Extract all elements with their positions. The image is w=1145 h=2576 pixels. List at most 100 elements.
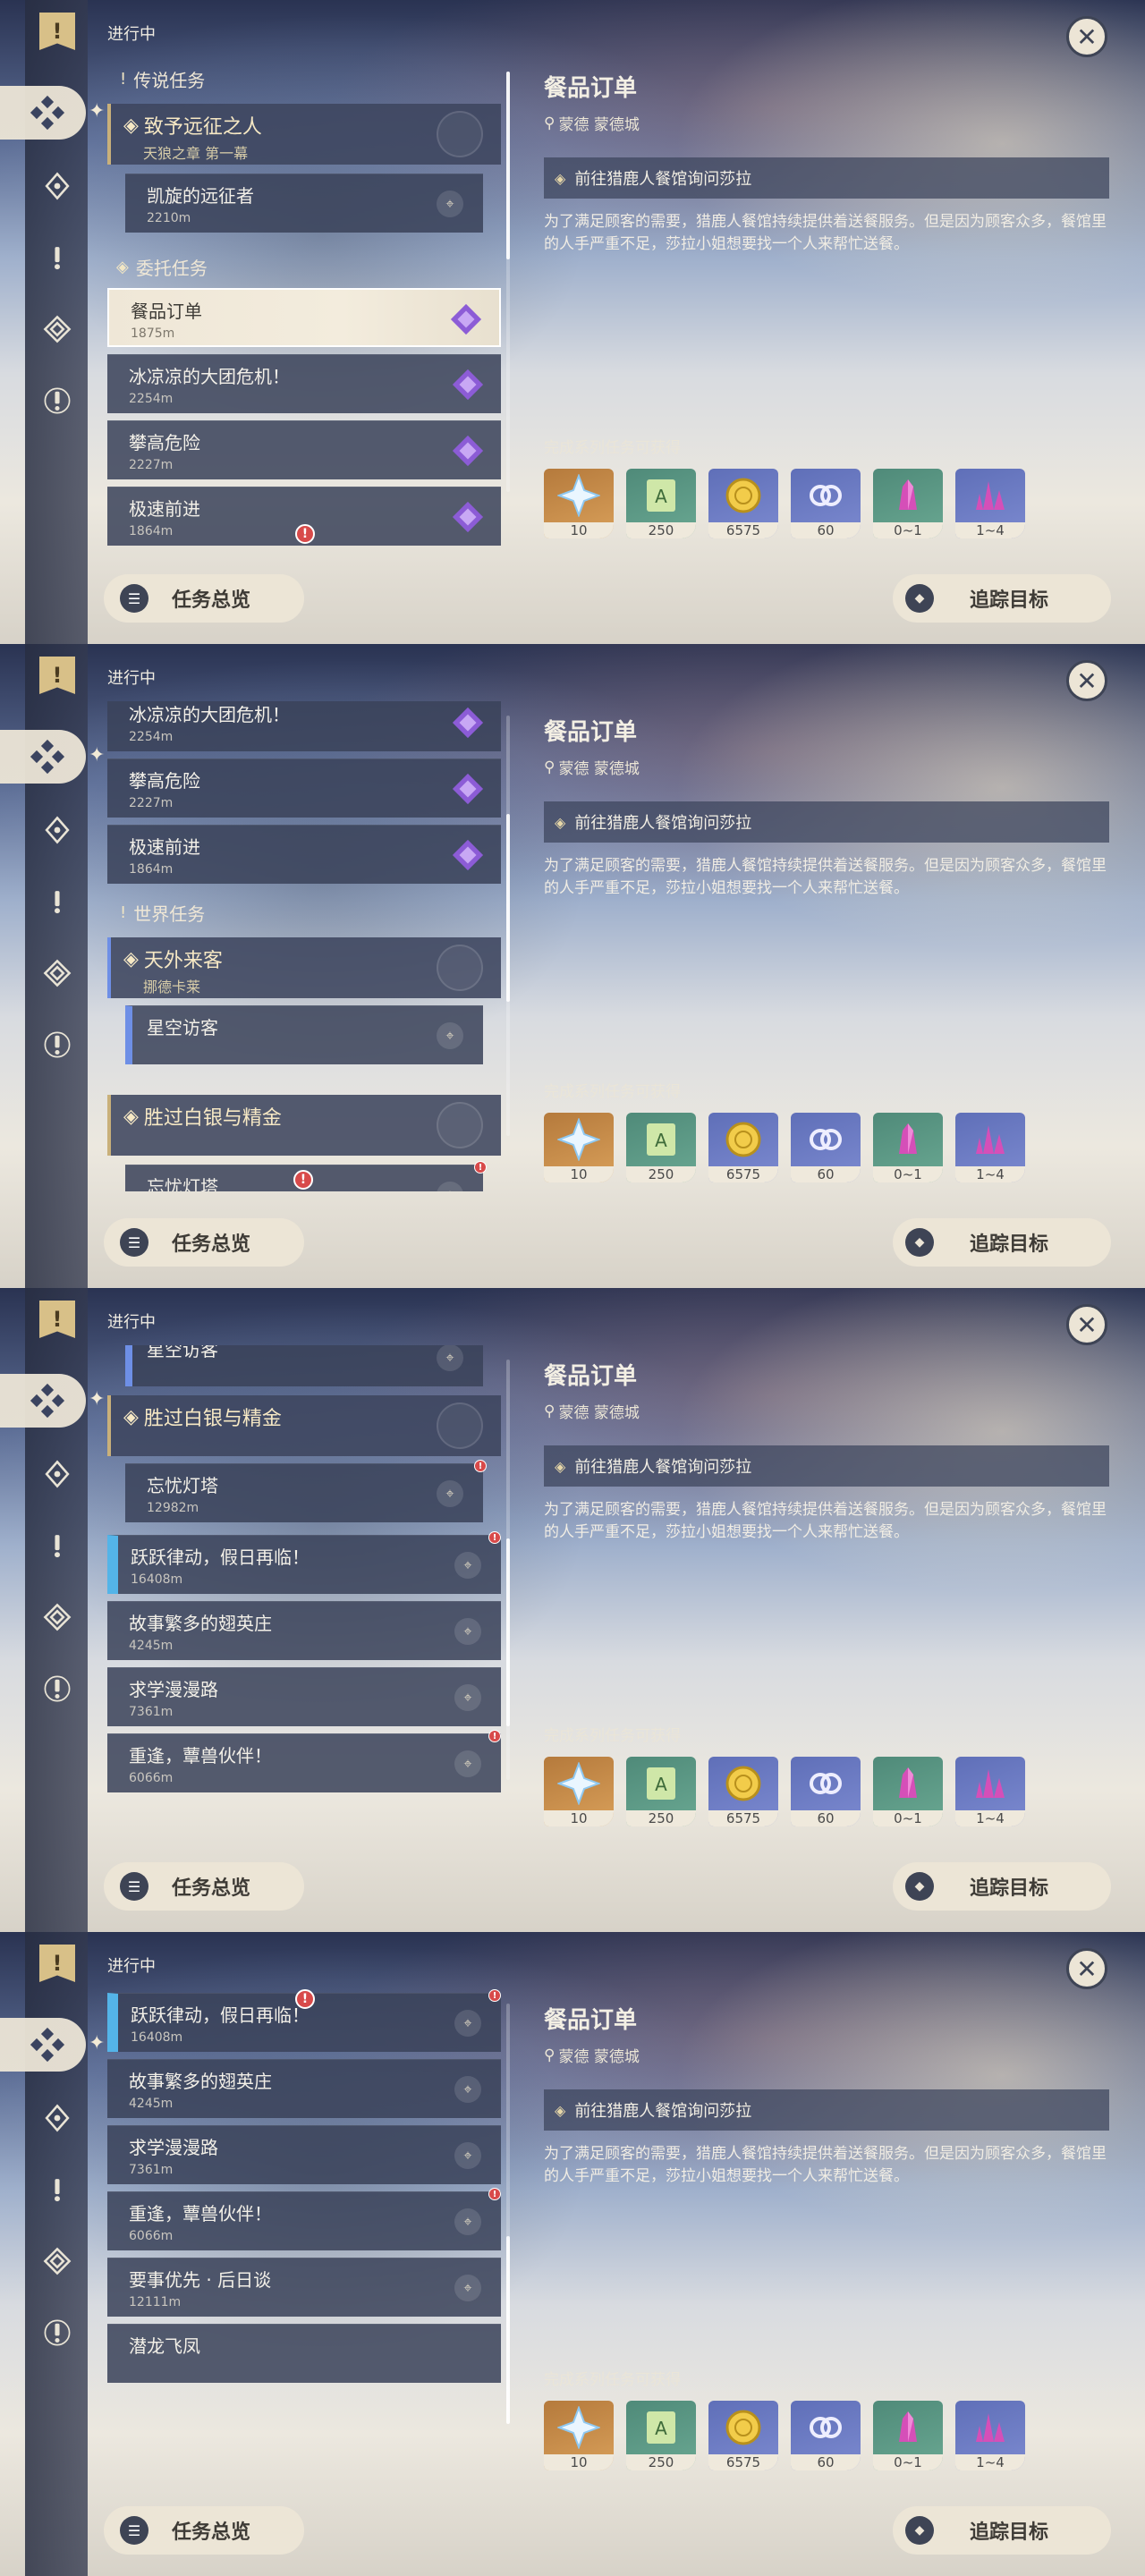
quest-item[interactable]: 重逢，蕈兽伙伴！ 6066m ⌖ — [107, 1733, 501, 1792]
rail-commission-icon[interactable] — [38, 2241, 77, 2281]
rail-world-quest-icon[interactable] — [38, 1526, 77, 1565]
quest-item[interactable]: 星空访客 ⌖ — [125, 1345, 483, 1386]
quest-item[interactable]: 冰凉凉的大团危机！ 2254m — [107, 701, 501, 751]
rail-world-quest-icon[interactable] — [38, 2170, 77, 2209]
reward-crystal-cluster[interactable]: 1~4 — [955, 2401, 1025, 2470]
rail-all-quests-icon[interactable] — [0, 730, 86, 784]
rail-event-quest-icon[interactable] — [38, 2313, 77, 2352]
list-scrollbar[interactable] — [506, 1360, 510, 1780]
scrollbar-thumb[interactable] — [506, 1538, 510, 1726]
reward-adventure-exp[interactable]: A 250 — [626, 1757, 696, 1826]
quest-item-selected[interactable]: 餐品订单 1875m — [107, 288, 501, 347]
location-pin-icon[interactable]: ⌖ — [454, 1552, 481, 1579]
location-pin-icon[interactable]: ⌖ — [454, 1684, 481, 1711]
track-target-button[interactable]: ◆ 追踪目标 — [893, 1218, 1111, 1267]
close-icon[interactable]: ✕ — [1066, 660, 1107, 701]
quest-group-silver-gold[interactable]: ◈ 胜过白银与精金 — [107, 1395, 501, 1456]
quest-list[interactable]: 跃跃律动，假日再临！ 16408m ⌖ ! ! 故事繁多的翅英庄 4245m ⌖… — [107, 1989, 501, 2479]
list-scrollbar[interactable] — [506, 2004, 510, 2424]
close-icon[interactable]: ✕ — [1066, 1304, 1107, 1345]
reward-purple-crystal[interactable]: 0~1 — [873, 469, 943, 538]
quest-list[interactable]: 星空访客 ⌖ ◈ 胜过白银与精金 忘忧灯塔 12982m ⌖ ! 跃跃律动，假日再… — [107, 1345, 501, 1835]
reward-primogem[interactable]: 10 — [544, 469, 614, 538]
quest-item[interactable]: 凯旋的远征者 2210m ⌖ — [125, 174, 483, 233]
reward-friendship[interactable]: 60 — [791, 1113, 861, 1182]
location-pin-icon[interactable]: ⌖ — [437, 1022, 463, 1049]
reward-primogem[interactable]: 10 — [544, 1113, 614, 1182]
reward-purple-crystal[interactable]: 0~1 — [873, 1757, 943, 1826]
reward-mora[interactable]: 6575 — [708, 1757, 778, 1826]
track-target-button[interactable]: ◆ 追踪目标 — [893, 2506, 1111, 2555]
reward-primogem[interactable]: 10 — [544, 2401, 614, 2470]
reward-friendship[interactable]: 60 — [791, 2401, 861, 2470]
reward-friendship[interactable]: 60 — [791, 469, 861, 538]
quest-item[interactable]: 攀高危险 2227m — [107, 420, 501, 479]
location-pin-icon[interactable]: ⌖ — [454, 1618, 481, 1645]
reward-crystal-cluster[interactable]: 1~4 — [955, 1757, 1025, 1826]
quest-item[interactable]: 星空访客 ⌖ — [125, 1005, 483, 1064]
quest-item[interactable]: 极速前进 1864m — [107, 825, 501, 884]
reward-crystal-cluster[interactable]: 1~4 — [955, 1113, 1025, 1182]
quest-group-world[interactable]: ◈ 天外来客 挪德卡莱 — [107, 937, 501, 998]
list-scrollbar[interactable] — [506, 716, 510, 1136]
rail-archon-quest-icon[interactable] — [38, 2098, 77, 2138]
location-pin-icon[interactable]: ⌖ — [454, 2142, 481, 2169]
track-target-button[interactable]: ◆ 追踪目标 — [893, 574, 1111, 623]
close-icon[interactable]: ✕ — [1066, 16, 1107, 57]
quest-item[interactable]: 潜龙飞凤 — [107, 2324, 501, 2383]
reward-crystal-cluster[interactable]: 1~4 — [955, 469, 1025, 538]
quest-item[interactable]: 跃跃律动，假日再临！ 16408m ⌖ — [107, 1535, 501, 1594]
quest-item[interactable]: 故事繁多的翅英庄 4245m ⌖ — [107, 2059, 501, 2118]
location-pin-icon[interactable]: ⌖ — [437, 1480, 463, 1507]
reward-purple-crystal[interactable]: 0~1 — [873, 1113, 943, 1182]
scrollbar-thumb[interactable] — [506, 72, 510, 259]
rail-commission-icon[interactable] — [38, 953, 77, 993]
location-pin-icon[interactable]: ⌖ — [437, 191, 463, 217]
quest-overview-button[interactable]: ☰ 任务总览 — [104, 1862, 304, 1911]
rail-event-quest-icon[interactable] — [38, 381, 77, 420]
location-pin-icon[interactable]: ⌖ — [454, 2208, 481, 2235]
track-target-button[interactable]: ◆ 追踪目标 — [893, 1862, 1111, 1911]
reward-purple-crystal[interactable]: 0~1 — [873, 2401, 943, 2470]
reward-adventure-exp[interactable]: A 250 — [626, 2401, 696, 2470]
rail-all-quests-icon[interactable] — [0, 1374, 86, 1428]
quest-group-silver-gold[interactable]: ◈ 胜过白银与精金 — [107, 1095, 501, 1156]
quest-list[interactable]: 冰凉凉的大团危机！ 2254m 攀高危险 2227m 极速前进 1864m ! 世… — [107, 701, 501, 1191]
location-pin-icon[interactable]: ⌖ — [454, 2076, 481, 2103]
rail-all-quests-icon[interactable] — [0, 86, 86, 140]
quest-item[interactable]: 要事优先 · 后日谈 12111m ⌖ — [107, 2258, 501, 2317]
rail-commission-icon[interactable] — [38, 1597, 77, 1637]
reward-adventure-exp[interactable]: A 250 — [626, 469, 696, 538]
location-pin-icon[interactable]: ⌖ — [454, 2275, 481, 2301]
scrollbar-thumb[interactable] — [506, 2236, 510, 2424]
quest-overview-button[interactable]: ☰ 任务总览 — [104, 574, 304, 623]
quest-item[interactable]: 忘忧灯塔 12982m ⌖ — [125, 1463, 483, 1522]
scrollbar-thumb[interactable] — [506, 814, 510, 1002]
rail-commission-icon[interactable] — [38, 309, 77, 349]
reward-friendship[interactable]: 60 — [791, 1757, 861, 1826]
quest-item[interactable]: 求学漫漫路 7361m ⌖ — [107, 1667, 501, 1726]
quest-overview-button[interactable]: ☰ 任务总览 — [104, 2506, 304, 2555]
rail-archon-quest-icon[interactable] — [38, 1454, 77, 1494]
quest-item[interactable]: 故事繁多的翅英庄 4245m ⌖ — [107, 1601, 501, 1660]
quest-item[interactable]: 重逢，蕈兽伙伴！ 6066m ⌖ — [107, 2191, 501, 2250]
reward-mora[interactable]: 6575 — [708, 469, 778, 538]
rail-archon-quest-icon[interactable] — [38, 810, 77, 850]
rail-world-quest-icon[interactable] — [38, 238, 77, 277]
rail-event-quest-icon[interactable] — [38, 1669, 77, 1708]
location-pin-icon[interactable]: ⌖ — [454, 2010, 481, 2037]
reward-mora[interactable]: 6575 — [708, 1113, 778, 1182]
quest-item[interactable]: 求学漫漫路 7361m ⌖ — [107, 2125, 501, 2184]
close-icon[interactable]: ✕ — [1066, 1948, 1107, 1989]
rail-world-quest-icon[interactable] — [38, 882, 77, 921]
rail-archon-quest-icon[interactable] — [38, 166, 77, 206]
quest-group-legend[interactable]: ◈ 致予远征之人 天狼之章 第一幕 — [107, 104, 501, 165]
reward-primogem[interactable]: 10 — [544, 1757, 614, 1826]
location-pin-icon[interactable]: ⌖ — [437, 1345, 463, 1371]
rail-event-quest-icon[interactable] — [38, 1025, 77, 1064]
reward-mora[interactable]: 6575 — [708, 2401, 778, 2470]
location-pin-icon[interactable]: ⌖ — [454, 1750, 481, 1777]
quest-item[interactable]: 攀高危险 2227m — [107, 758, 501, 818]
list-scrollbar[interactable] — [506, 72, 510, 492]
quest-item[interactable]: 冰凉凉的大团危机！ 2254m — [107, 354, 501, 413]
